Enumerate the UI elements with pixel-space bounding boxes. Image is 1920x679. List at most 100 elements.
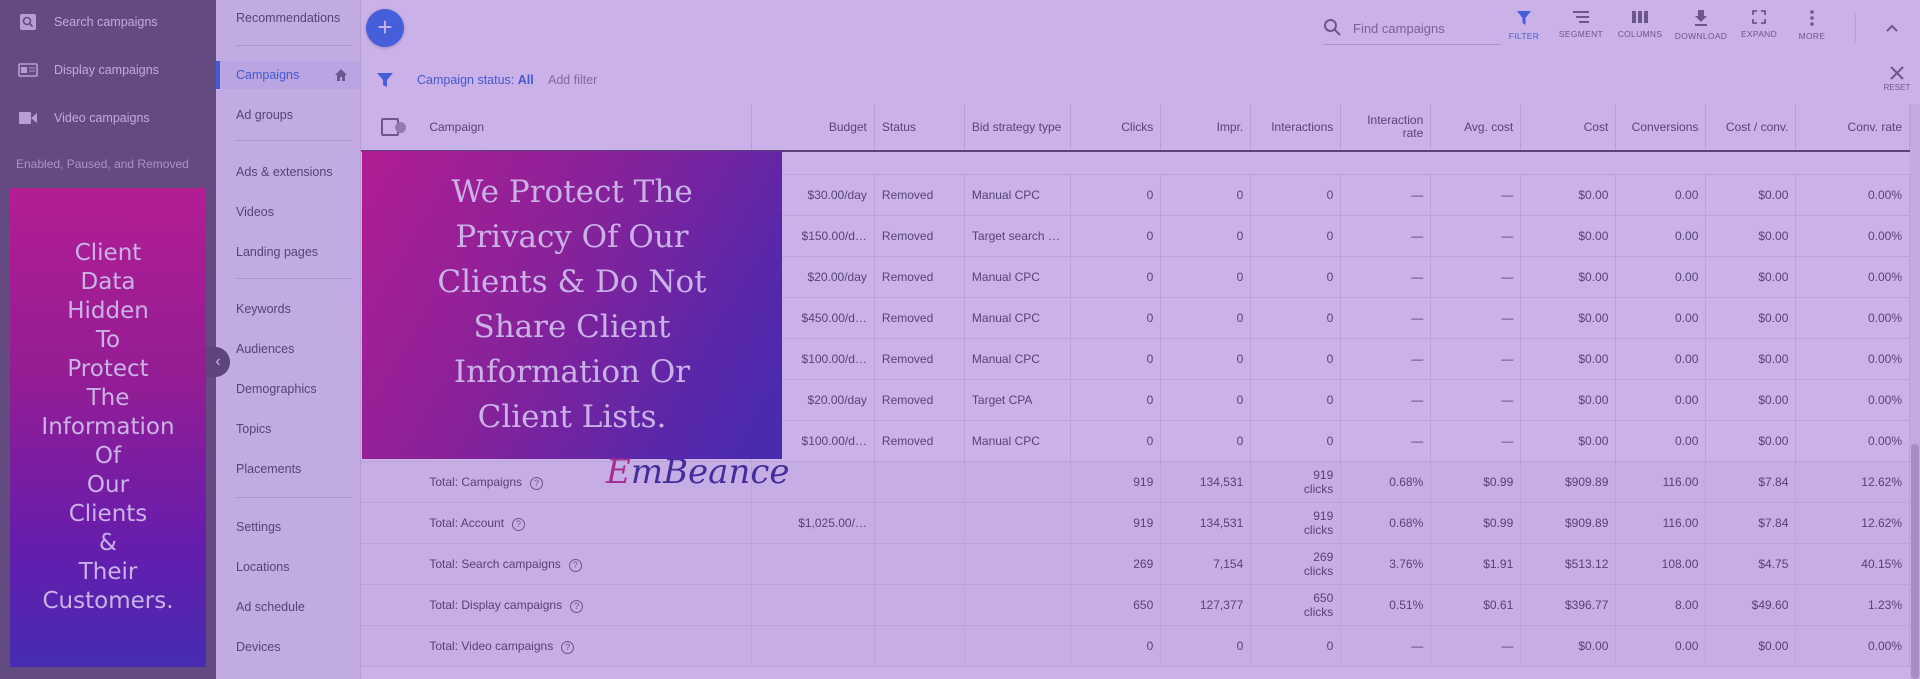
total-interaction-rate: 0.68% (1340, 502, 1432, 544)
help-icon[interactable]: ? (530, 476, 544, 490)
total-spacer (387, 625, 423, 667)
menu-item-settings[interactable]: Settings (216, 513, 360, 541)
impr-cell: 0 (1160, 297, 1252, 339)
total-spacer (387, 543, 423, 585)
menu-item-videos[interactable]: Videos (216, 198, 360, 226)
download-button[interactable]: DOWNLOAD (1674, 10, 1728, 50)
columns-icon (1632, 11, 1648, 23)
header-bid-strategy-type[interactable]: Bid strategy type (964, 104, 1072, 152)
reset-label: RESET (1883, 83, 1911, 92)
header-cost-per-conv[interactable]: Cost / conv. (1705, 104, 1797, 152)
segment-button[interactable]: SEGMENT (1554, 10, 1608, 50)
menu-item-label: Ad schedule (236, 600, 305, 614)
add-campaign-button[interactable]: + (366, 9, 404, 47)
help-icon[interactable]: ? (570, 599, 584, 613)
header-cost[interactable]: Cost (1520, 104, 1617, 152)
menu-item-audiences[interactable]: Audiences (216, 335, 360, 363)
conv-rate-cell: 0.00% (1795, 338, 1910, 380)
total-clicks: 269 (1070, 543, 1162, 585)
campaign-status-filter[interactable]: Campaign status: All (417, 73, 534, 87)
nav-search-campaigns[interactable]: Search campaigns (0, 6, 216, 38)
total-cost: $396.77 (1520, 584, 1617, 626)
bid-strategy-link[interactable]: Target search … (964, 215, 1072, 257)
total-label: Total: Display campaigns (429, 597, 563, 612)
expand-button[interactable]: EXPAND (1732, 10, 1786, 50)
menu-item-topics[interactable]: Topics (216, 415, 360, 443)
total-spacer (361, 625, 388, 667)
header-clicks[interactable]: Clicks (1070, 104, 1162, 152)
total-label: Total: Search campaigns (429, 556, 561, 571)
cost-cell: $0.00 (1520, 379, 1617, 421)
header-interactions[interactable]: Interactions (1250, 104, 1342, 152)
total-empty (874, 461, 965, 503)
header-conversions[interactable]: Conversions (1615, 104, 1707, 152)
total-conversions: 116.00 (1615, 461, 1707, 503)
header-campaign[interactable]: Campaign (422, 104, 753, 152)
close-icon (1890, 66, 1904, 80)
header-status[interactable]: Status (874, 104, 965, 152)
interaction-rate-cell: — (1340, 174, 1432, 216)
add-filter-button[interactable]: Add filter (548, 73, 597, 87)
scrollbar-thumb[interactable] (1911, 444, 1919, 679)
help-icon[interactable]: ? (561, 640, 575, 654)
total-conv-rate: 0.00% (1795, 625, 1910, 667)
menu-item-placements[interactable]: Placements (216, 455, 360, 483)
total-empty (964, 584, 1072, 626)
total-avg-cost: — (1430, 625, 1522, 667)
table-scrollbar[interactable] (1910, 104, 1920, 679)
menu-item-label: Settings (236, 520, 282, 534)
menu-item-locations[interactable]: Locations (216, 553, 360, 581)
table-toolbar: + FILTER SEGMENT COLUMNS DOWNLOAD EXPAND (361, 0, 1920, 57)
menu-item-label: Keywords (236, 302, 291, 316)
bid-strategy-link[interactable]: Target CPA (964, 379, 1072, 421)
select-all-checkbox[interactable] (361, 104, 399, 152)
menu-item-ad-groups[interactable]: Ad groups (216, 101, 360, 129)
conv-rate-cell: 0.00% (1795, 215, 1910, 257)
total-label-cell: Total: Search campaigns? (422, 543, 753, 585)
home-icon (334, 68, 348, 82)
total-spacer (387, 502, 423, 544)
header-interaction-rate[interactable]: Interaction rate (1340, 104, 1432, 152)
menu-item-ad-schedule[interactable]: Ad schedule (216, 593, 360, 621)
menu-divider (236, 278, 352, 279)
video-campaigns-icon (18, 110, 38, 126)
menu-item-devices[interactable]: Devices (216, 633, 360, 661)
total-empty (964, 625, 1072, 667)
nav-video-campaigns[interactable]: Video campaigns (0, 102, 216, 134)
total-spacer (387, 584, 423, 626)
filter-button[interactable]: FILTER (1497, 10, 1551, 50)
header-impr[interactable]: Impr. (1160, 104, 1252, 152)
total-interaction-rate: 3.76% (1340, 543, 1432, 585)
total-empty (874, 502, 965, 544)
help-icon[interactable]: ? (512, 517, 526, 531)
conv-rate-cell: 0.00% (1795, 174, 1910, 216)
header-conv-rate[interactable]: Conv. rate (1795, 104, 1910, 152)
privacy-banner: We Protect The Privacy Of Our Clients & … (362, 151, 782, 459)
menu-item-ads-extensions[interactable]: Ads & extensions (216, 158, 360, 186)
segment-button-label: SEGMENT (1558, 29, 1604, 39)
more-button[interactable]: MORE (1785, 10, 1839, 50)
nav-display-campaigns[interactable]: Display campaigns (0, 54, 216, 86)
total-cost-per-conv: $0.00 (1705, 625, 1797, 667)
reset-filters-button[interactable]: RESET (1877, 66, 1917, 92)
menu-item-keywords[interactable]: Keywords (216, 295, 360, 323)
total-avg-cost: $1.91 (1430, 543, 1522, 585)
cost-cell: $0.00 (1520, 420, 1617, 462)
conv-rate-cell: 0.00% (1795, 379, 1910, 421)
status-cell: Removed (874, 256, 965, 298)
collapse-toolbar-button[interactable] (1879, 14, 1905, 42)
header-avg-cost[interactable]: Avg. cost (1430, 104, 1522, 152)
menu-item-label: Campaigns (236, 68, 300, 82)
help-icon[interactable]: ? (568, 558, 582, 572)
plus-icon: + (377, 12, 393, 42)
interaction-rate-cell: — (1340, 297, 1432, 339)
search-input[interactable] (1351, 19, 1485, 37)
menu-item-demographics[interactable]: Demographics (216, 375, 360, 403)
menu-item-campaigns[interactable]: Campaigns (216, 61, 360, 89)
total-avg-cost: $0.99 (1430, 502, 1522, 544)
menu-item-recommendations[interactable]: Recommendations (216, 4, 360, 32)
menu-item-landing-pages[interactable]: Landing pages (216, 238, 360, 266)
header-budget[interactable]: Budget (751, 104, 875, 152)
columns-button[interactable]: COLUMNS (1613, 10, 1667, 50)
avg-cost-cell: — (1430, 174, 1522, 216)
